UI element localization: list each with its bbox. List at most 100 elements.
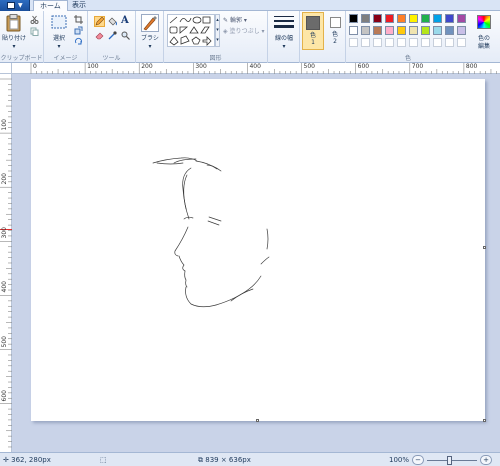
line-width-icon	[274, 16, 294, 28]
cursor-position-value: 362, 280px	[11, 456, 51, 464]
ruler-label: 300	[195, 63, 207, 70]
tab-view[interactable]: 表示	[66, 0, 92, 11]
palette-color-swatch[interactable]	[445, 14, 454, 23]
palette-color-swatch[interactable]	[433, 26, 442, 35]
zoom-slider-track[interactable]	[427, 460, 477, 461]
ruler-label: 400	[249, 63, 261, 70]
brushes-button[interactable]: ブラシ ▾	[138, 13, 162, 51]
palette-color-swatch[interactable]	[349, 14, 358, 23]
ruler-label: 800	[465, 63, 478, 70]
color2-swatch	[329, 17, 341, 28]
color-picker-icon[interactable]	[108, 31, 117, 40]
shape-outline-button[interactable]: ✎ 輪郭 ▾	[223, 15, 247, 24]
palette-color-swatch[interactable]	[433, 14, 442, 23]
shapes-group-label: 図形	[209, 55, 222, 62]
pencil-icon[interactable]	[94, 16, 105, 27]
cut-icon[interactable]	[30, 15, 39, 24]
image-size-icon: ⧉	[198, 456, 203, 464]
palette-color-swatch[interactable]	[361, 14, 370, 23]
shape-fill-label: 塗りつぶし	[229, 28, 260, 35]
custom-color-slot[interactable]	[373, 38, 382, 47]
custom-color-slot[interactable]	[349, 38, 358, 47]
palette-color-swatch[interactable]	[373, 26, 382, 35]
status-bar: ✛ 362, 280px ⬚ ⧉ 839 × 636px 100% − +	[0, 452, 500, 466]
shape-fill-button[interactable]: ◈ 塗りつぶし ▾	[223, 26, 265, 35]
magnifier-icon[interactable]	[121, 31, 130, 40]
color2-button[interactable]: 色 2	[325, 12, 345, 50]
copy-icon[interactable]	[30, 27, 39, 36]
size-group: 線の幅 ▾	[268, 11, 300, 63]
shapes-group: ▴ ▾ ▾ ✎ 輪郭 ▾ ◈ 塗りつぶし ▾ 図形	[164, 11, 268, 63]
palette-color-swatch[interactable]	[409, 26, 418, 35]
drawing-canvas[interactable]	[31, 79, 486, 422]
crop-icon[interactable]	[74, 15, 83, 24]
tools-group: A ツール	[88, 11, 136, 63]
palette-color-swatch[interactable]	[421, 14, 430, 23]
custom-color-slot[interactable]	[409, 38, 418, 47]
zoom-in-button[interactable]: +	[480, 455, 492, 465]
size-button[interactable]: 線の幅 ▾	[271, 13, 297, 51]
cursor-position: ✛ 362, 280px	[3, 455, 51, 465]
eraser-icon[interactable]	[95, 31, 104, 40]
ruler-label: 500	[1, 335, 8, 347]
edit-colors-button[interactable]: 色の 編集	[470, 13, 498, 53]
ruler-label: 300	[1, 227, 8, 239]
outline-icon: ✎	[223, 17, 229, 24]
ruler-label: 500	[303, 63, 315, 70]
text-tool-icon[interactable]: A	[121, 15, 130, 26]
shapes-gallery-scroll[interactable]: ▴ ▾ ▾	[215, 14, 220, 47]
palette-color-swatch[interactable]	[385, 14, 394, 23]
palette-color-swatch[interactable]	[457, 26, 466, 35]
edit-colors-label-line2: 編集	[477, 43, 490, 50]
chevron-down-icon: ▾	[261, 28, 265, 35]
color1-button[interactable]: 色 1	[302, 12, 324, 50]
resize-icon[interactable]	[74, 26, 83, 35]
custom-color-slot[interactable]	[445, 38, 454, 47]
custom-color-slot[interactable]	[433, 38, 442, 47]
image-group-label: イメージ	[53, 55, 78, 62]
ruler-label: 400	[1, 281, 8, 293]
palette-color-swatch[interactable]	[397, 14, 406, 23]
file-menu-button[interactable]: ▼	[0, 0, 30, 11]
zoom-out-button[interactable]: −	[412, 455, 424, 465]
zoom-slider-thumb[interactable]	[447, 456, 452, 465]
image-group: 選択 ▾ イメージ	[44, 11, 88, 63]
selection-size: ⬚	[100, 455, 107, 465]
zoom-level: 100%	[389, 456, 410, 464]
palette-color-swatch[interactable]	[373, 14, 382, 23]
fill-icon: ◈	[223, 28, 228, 35]
clipboard-group-label: クリップボード	[0, 55, 43, 62]
fill-bucket-icon[interactable]	[108, 17, 117, 26]
paste-label: 貼り付け	[1, 35, 26, 42]
palette-color-swatch[interactable]	[385, 26, 394, 35]
face-sketch	[152, 157, 270, 308]
palette-color-swatch[interactable]	[457, 14, 466, 23]
palette-color-swatch[interactable]	[361, 26, 370, 35]
color1-label-line2: 1	[311, 39, 315, 46]
ribbon: 貼り付け ▾ クリップボード 選択 ▾ イメージ A ツール ブラシ ▾ ▴ ▾…	[0, 11, 500, 63]
custom-color-slot[interactable]	[385, 38, 394, 47]
rotate-icon[interactable]	[74, 37, 83, 46]
resize-handle-right[interactable]	[483, 246, 486, 249]
select-button[interactable]: 選択 ▾	[48, 13, 70, 51]
image-size-value: 839 × 636px	[205, 456, 251, 464]
shapes-gallery[interactable]	[167, 14, 215, 47]
resize-handle-bottom[interactable]	[256, 419, 259, 422]
custom-color-slot[interactable]	[421, 38, 430, 47]
active-colors-group: 色 1 色 2	[300, 11, 346, 63]
brush-icon	[141, 14, 159, 32]
custom-color-slot[interactable]	[397, 38, 406, 47]
colors-group-label: 色	[404, 55, 411, 62]
chevron-down-icon: ▼	[18, 2, 23, 9]
palette-color-swatch[interactable]	[349, 26, 358, 35]
palette-color-swatch[interactable]	[421, 26, 430, 35]
palette-color-swatch[interactable]	[397, 26, 406, 35]
resize-handle-corner[interactable]	[483, 419, 486, 422]
paste-button[interactable]: 貼り付け ▾	[2, 13, 26, 51]
ruler-label: 600	[357, 63, 370, 70]
palette-color-swatch[interactable]	[445, 26, 454, 35]
custom-color-slot[interactable]	[457, 38, 466, 47]
selection-icon: ⬚	[100, 456, 107, 464]
palette-color-swatch[interactable]	[409, 14, 418, 23]
custom-color-slot[interactable]	[361, 38, 370, 47]
